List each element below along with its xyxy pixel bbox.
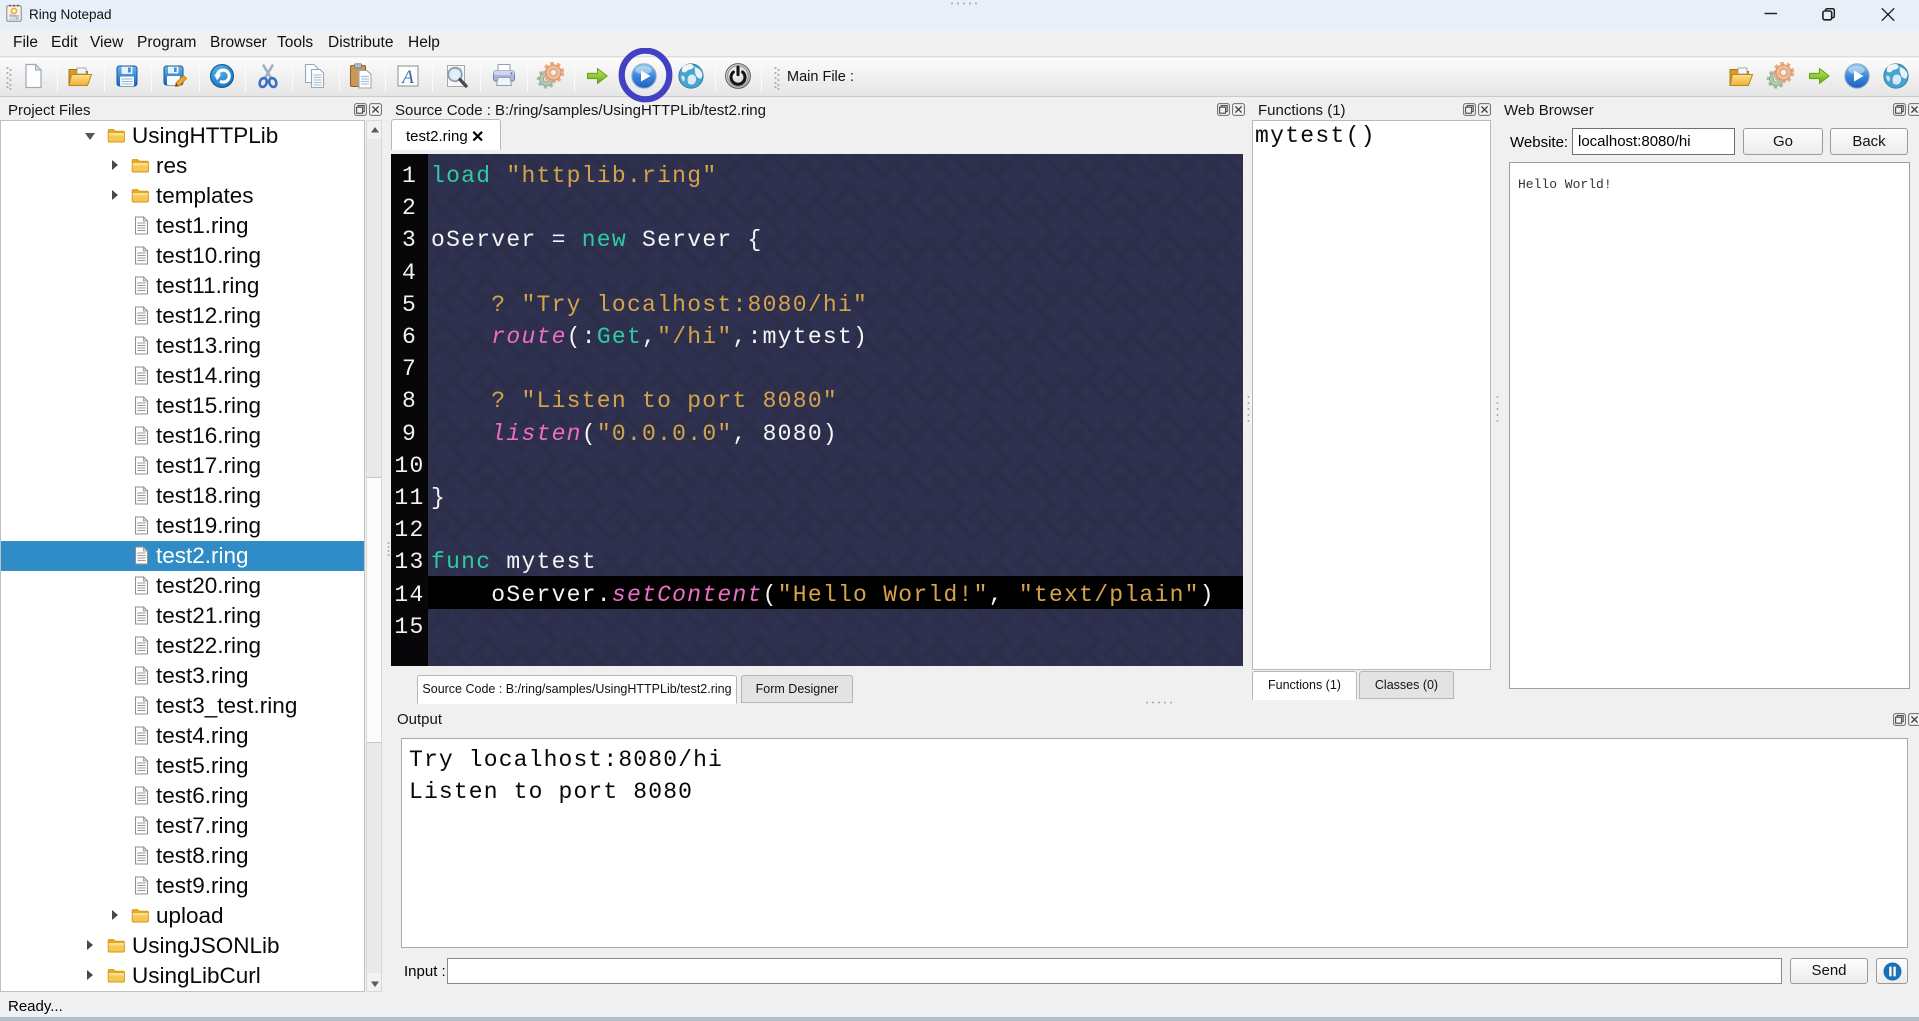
svg-text:Ring: Ring — [9, 14, 19, 19]
svg-text:A: A — [400, 67, 414, 88]
